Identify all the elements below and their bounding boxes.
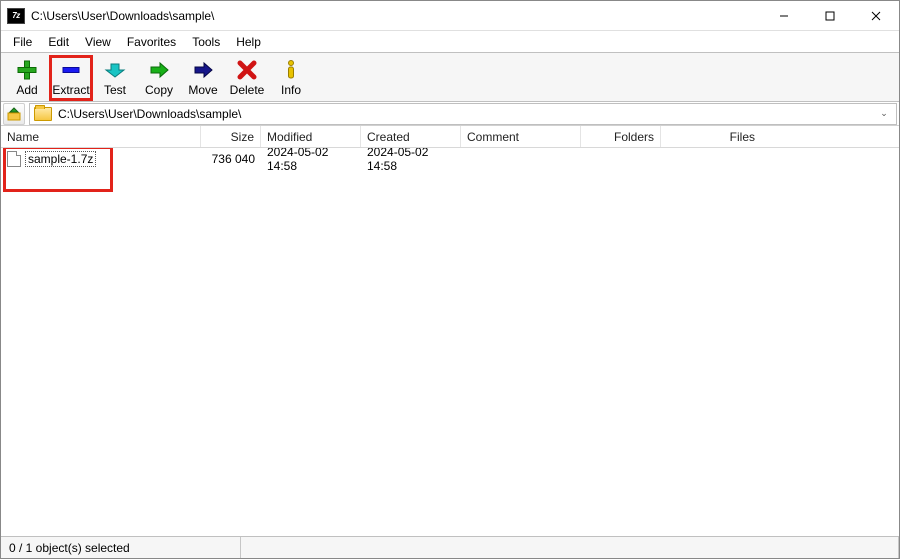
- menu-bar: File Edit View Favorites Tools Help: [1, 31, 899, 53]
- window-title: C:\Users\User\Downloads\sample\: [31, 9, 214, 23]
- extract-button[interactable]: Extract: [49, 55, 93, 101]
- plus-icon: [16, 59, 38, 81]
- title-bar: 7z C:\Users\User\Downloads\sample\: [1, 1, 899, 31]
- info-icon: [280, 59, 302, 81]
- file-size: 736 040: [201, 148, 261, 169]
- extract-label: Extract: [52, 83, 89, 97]
- app-icon: 7z: [7, 8, 25, 24]
- menu-favorites[interactable]: Favorites: [119, 31, 184, 52]
- status-spacer: [241, 537, 899, 558]
- status-bar: 0 / 1 object(s) selected: [1, 536, 899, 558]
- maximize-button[interactable]: [807, 1, 853, 31]
- header-modified[interactable]: Modified: [261, 126, 361, 147]
- status-selection: 0 / 1 object(s) selected: [1, 537, 241, 558]
- file-icon: [7, 151, 21, 167]
- menu-tools[interactable]: Tools: [184, 31, 228, 52]
- window-controls: [761, 1, 899, 31]
- info-button[interactable]: Info: [269, 55, 313, 101]
- copy-label: Copy: [145, 83, 173, 97]
- chevron-down-icon[interactable]: ⌄: [876, 104, 892, 124]
- header-files[interactable]: Files: [661, 126, 761, 147]
- address-bar: C:\Users\User\Downloads\sample\ ⌄: [1, 102, 899, 126]
- test-label: Test: [104, 83, 126, 97]
- toolbar: Add Extract Test Copy Move Delete Info: [1, 53, 899, 102]
- add-button[interactable]: Add: [5, 55, 49, 101]
- arrow-right-blue-icon: [192, 59, 214, 81]
- address-path: C:\Users\User\Downloads\sample\: [58, 107, 241, 121]
- delete-button[interactable]: Delete: [225, 55, 269, 101]
- file-comment: [461, 148, 581, 169]
- folder-icon: [34, 107, 52, 121]
- minus-icon: [60, 59, 82, 81]
- menu-file[interactable]: File: [5, 31, 40, 52]
- copy-button[interactable]: Copy: [137, 55, 181, 101]
- up-button[interactable]: [3, 103, 25, 125]
- move-button[interactable]: Move: [181, 55, 225, 101]
- move-label: Move: [188, 83, 217, 97]
- file-name: sample-1.7z: [25, 151, 96, 167]
- file-files: [661, 148, 761, 169]
- test-button[interactable]: Test: [93, 55, 137, 101]
- menu-help[interactable]: Help: [228, 31, 269, 52]
- address-input[interactable]: C:\Users\User\Downloads\sample\ ⌄: [29, 103, 897, 125]
- header-folders[interactable]: Folders: [581, 126, 661, 147]
- column-headers: Name Size Modified Created Comment Folde…: [1, 126, 899, 148]
- menu-edit[interactable]: Edit: [40, 31, 77, 52]
- x-icon: [236, 59, 258, 81]
- header-created[interactable]: Created: [361, 126, 461, 147]
- menu-view[interactable]: View: [77, 31, 119, 52]
- header-name[interactable]: Name: [1, 126, 201, 147]
- list-item[interactable]: sample-1.7z 736 040 2024-05-02 14:58 202…: [1, 148, 899, 169]
- minimize-button[interactable]: [761, 1, 807, 31]
- header-comment[interactable]: Comment: [461, 126, 581, 147]
- info-label: Info: [281, 83, 301, 97]
- file-folders: [581, 148, 661, 169]
- file-list[interactable]: sample-1.7z 736 040 2024-05-02 14:58 202…: [1, 148, 899, 536]
- file-created: 2024-05-02 14:58: [361, 148, 461, 169]
- add-label: Add: [16, 83, 37, 97]
- arrow-right-green-icon: [148, 59, 170, 81]
- check-icon: [104, 59, 126, 81]
- up-arrow-folder-icon: [7, 107, 21, 121]
- header-size[interactable]: Size: [201, 126, 261, 147]
- close-button[interactable]: [853, 1, 899, 31]
- delete-label: Delete: [230, 83, 265, 97]
- file-modified: 2024-05-02 14:58: [261, 148, 361, 169]
